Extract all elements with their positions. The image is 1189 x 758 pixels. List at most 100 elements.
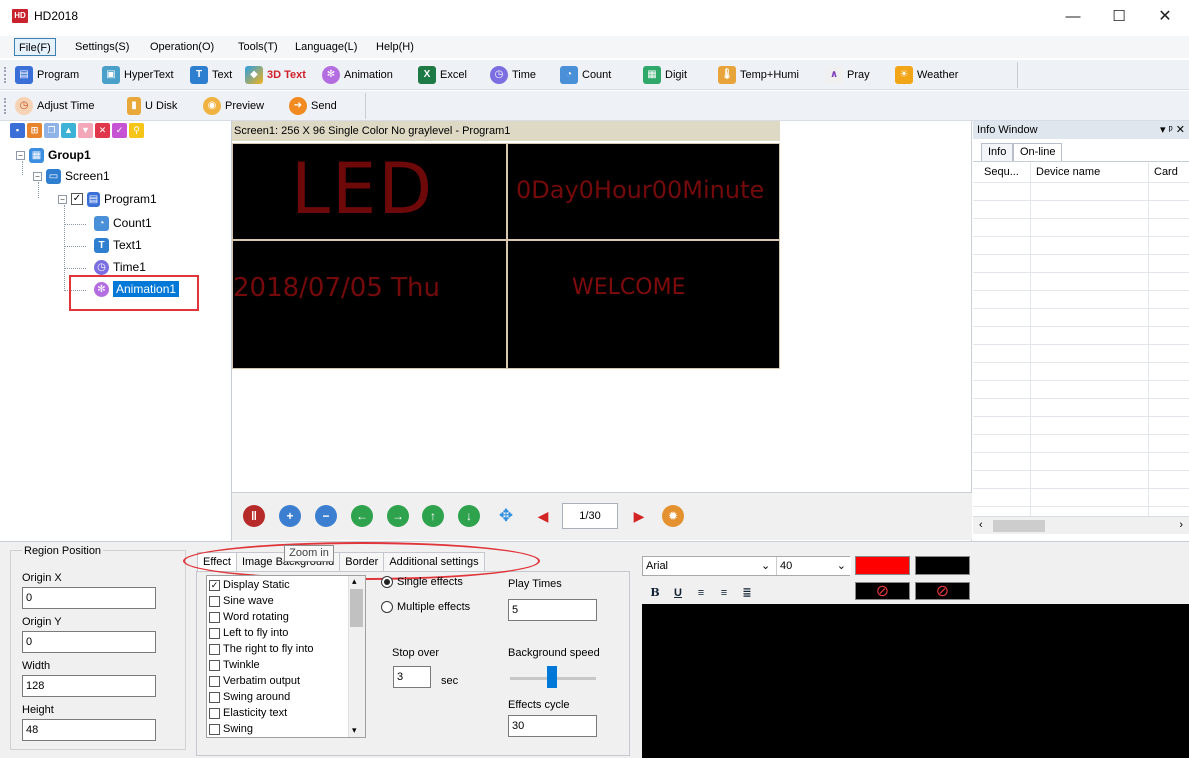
bold-icon[interactable]: B xyxy=(647,585,663,601)
menu-language[interactable]: Language(L) xyxy=(291,38,361,56)
background-color-swatch[interactable] xyxy=(915,556,970,575)
column-device-name[interactable]: Device name xyxy=(1036,166,1100,178)
stop-over-input[interactable]: 3 xyxy=(393,666,431,688)
origin-y-input[interactable]: 0 xyxy=(22,631,156,653)
copy-icon[interactable]: ❐ xyxy=(44,123,59,138)
horizontal-scrollbar[interactable]: ‹ › xyxy=(973,516,1189,534)
effect-checkbox[interactable]: ✓ xyxy=(209,579,220,591)
effect-item[interactable]: Elasticity text xyxy=(209,706,287,720)
toolbar-grip[interactable] xyxy=(4,98,7,114)
effect-item[interactable]: Verbatim output xyxy=(209,674,300,688)
effect-item[interactable]: Twinkle xyxy=(209,658,260,672)
arrow-left-icon[interactable]: ← xyxy=(351,505,373,527)
effect-checkbox[interactable] xyxy=(209,691,220,703)
arrow-right-icon[interactable]: → xyxy=(387,505,409,527)
height-input[interactable]: 48 xyxy=(22,719,156,741)
tab-info[interactable]: Info xyxy=(981,143,1014,161)
adjust-time-button[interactable]: ◷ Adjust Time xyxy=(15,96,94,116)
effect-item[interactable]: Word rotating xyxy=(209,610,289,624)
excel-button[interactable]: X Excel xyxy=(418,65,467,85)
effect-item[interactable]: The right to fly into xyxy=(209,642,314,656)
menu-help[interactable]: Help(H) xyxy=(372,38,418,56)
close-button[interactable]: ✕ xyxy=(1142,0,1188,34)
scroll-thumb[interactable] xyxy=(993,520,1045,532)
background-speed-slider[interactable] xyxy=(547,666,557,688)
effects-cycle-input[interactable]: 30 xyxy=(508,715,597,737)
effect-item[interactable]: ✓ Display Static xyxy=(209,578,290,592)
menu-operation[interactable]: Operation(O) xyxy=(146,38,218,56)
menu-file[interactable]: File(F) xyxy=(14,38,56,56)
move-up-icon[interactable]: ▲ xyxy=(61,123,76,138)
effect-checkbox[interactable] xyxy=(209,707,220,719)
align-left-icon[interactable]: ≡ xyxy=(693,585,709,601)
menu-settings[interactable]: Settings(S) xyxy=(71,38,133,56)
no-color-icon[interactable]: ⊘ xyxy=(915,582,970,600)
move-all-icon[interactable]: ✥ xyxy=(495,505,517,527)
led-region-time[interactable]: 2018/07/05 Thu xyxy=(232,240,507,369)
pray-button[interactable]: ∧ Pray xyxy=(825,65,870,85)
collapse-icon[interactable]: − xyxy=(16,150,25,160)
zoom-out-icon[interactable]: − xyxy=(315,505,337,527)
scroll-up-icon[interactable]: ▴ xyxy=(352,576,357,587)
time-button[interactable]: ◷ Time xyxy=(490,65,536,85)
effect-item[interactable]: Sine wave xyxy=(209,594,274,608)
send-button[interactable]: ➜ Send xyxy=(289,96,337,116)
u-disk-button[interactable]: ▮ U Disk xyxy=(127,96,177,116)
arrow-down-icon[interactable]: ↓ xyxy=(458,505,480,527)
effect-list-scroll-thumb[interactable] xyxy=(350,589,363,627)
tab-on-line[interactable]: On-line xyxy=(1013,143,1063,161)
effect-item[interactable]: Swing xyxy=(209,722,253,736)
move-down-icon[interactable]: ▼ xyxy=(78,123,93,138)
pause-icon[interactable]: ‖ xyxy=(243,505,265,527)
pane-controls-icon[interactable]: ▾ ᵖ ✕ xyxy=(1160,121,1185,139)
save-icon[interactable]: ▪ xyxy=(10,123,25,138)
width-input[interactable]: 128 xyxy=(22,675,156,697)
text-button[interactable]: T Text xyxy=(190,65,232,85)
single-effects-radio[interactable] xyxy=(381,576,393,588)
search-icon[interactable]: ⚲ xyxy=(129,123,144,138)
effect-checkbox[interactable] xyxy=(209,627,220,639)
effect-checkbox[interactable] xyxy=(209,675,220,687)
delete-icon[interactable]: ✕ xyxy=(95,123,110,138)
column-card[interactable]: Card xyxy=(1154,166,1178,178)
single-effects-option[interactable]: Single effects xyxy=(381,576,463,588)
temp-humi-button[interactable]: 🌡 Temp+Humi xyxy=(718,65,799,85)
effect-checkbox[interactable] xyxy=(209,595,220,607)
led-region-count[interactable]: 0Day0Hour00Minute xyxy=(507,143,780,240)
program-checkbox[interactable]: ✓ xyxy=(71,193,83,205)
effect-checkbox[interactable] xyxy=(209,659,220,671)
next-page-icon[interactable]: ▶ xyxy=(628,505,650,527)
foreground-color-swatch[interactable] xyxy=(855,556,910,575)
preview-button[interactable]: ◉ Preview xyxy=(203,96,264,116)
led-canvas[interactable]: LED 0Day0Hour00Minute 2018/07/05 Thu WEL… xyxy=(232,143,780,369)
no-color-icon[interactable]: ⊘ xyxy=(855,582,910,600)
effect-checkbox[interactable] xyxy=(209,611,220,623)
underline-icon[interactable]: U xyxy=(670,585,686,601)
toolbar-grip[interactable] xyxy=(4,67,7,83)
font-size-select[interactable]: 40 ⌄ xyxy=(776,557,851,575)
align-center-icon[interactable]: ≡ xyxy=(716,585,732,601)
scroll-left-icon[interactable]: ‹ xyxy=(979,519,983,531)
weather-button[interactable]: ☀ Weather xyxy=(895,65,958,85)
zoom-in-icon[interactable]: + xyxy=(279,505,301,527)
3d-text-button[interactable]: ◆ 3D Text xyxy=(245,65,306,85)
multiple-effects-radio[interactable] xyxy=(381,601,393,613)
led-region-text[interactable]: LED xyxy=(232,143,507,240)
play-times-input[interactable]: 5 xyxy=(508,599,597,621)
scroll-right-icon[interactable]: › xyxy=(1179,519,1183,531)
animation-button[interactable]: ✻ Animation xyxy=(322,65,393,85)
settings-gear-icon[interactable]: ✹ xyxy=(662,505,684,527)
program-button[interactable]: ▤ Program xyxy=(15,65,79,85)
effect-item[interactable]: Left to fly into xyxy=(209,626,288,640)
check-icon[interactable]: ✓ xyxy=(112,123,127,138)
digit-button[interactable]: ▦ Digit xyxy=(643,65,687,85)
tree-node-screen[interactable]: − ▭ Screen1 xyxy=(33,166,110,186)
text-preview-area[interactable] xyxy=(642,604,1189,758)
minimize-button[interactable]: — xyxy=(1050,0,1096,34)
effect-item[interactable]: Swing around xyxy=(209,690,290,704)
multiple-effects-option[interactable]: Multiple effects xyxy=(381,601,470,613)
column-sequence[interactable]: Sequ... xyxy=(984,166,1019,178)
collapse-icon[interactable]: − xyxy=(58,194,67,204)
previous-page-icon[interactable]: ◀ xyxy=(532,505,554,527)
tree-node-group[interactable]: − ▦ Group1 xyxy=(16,145,91,165)
